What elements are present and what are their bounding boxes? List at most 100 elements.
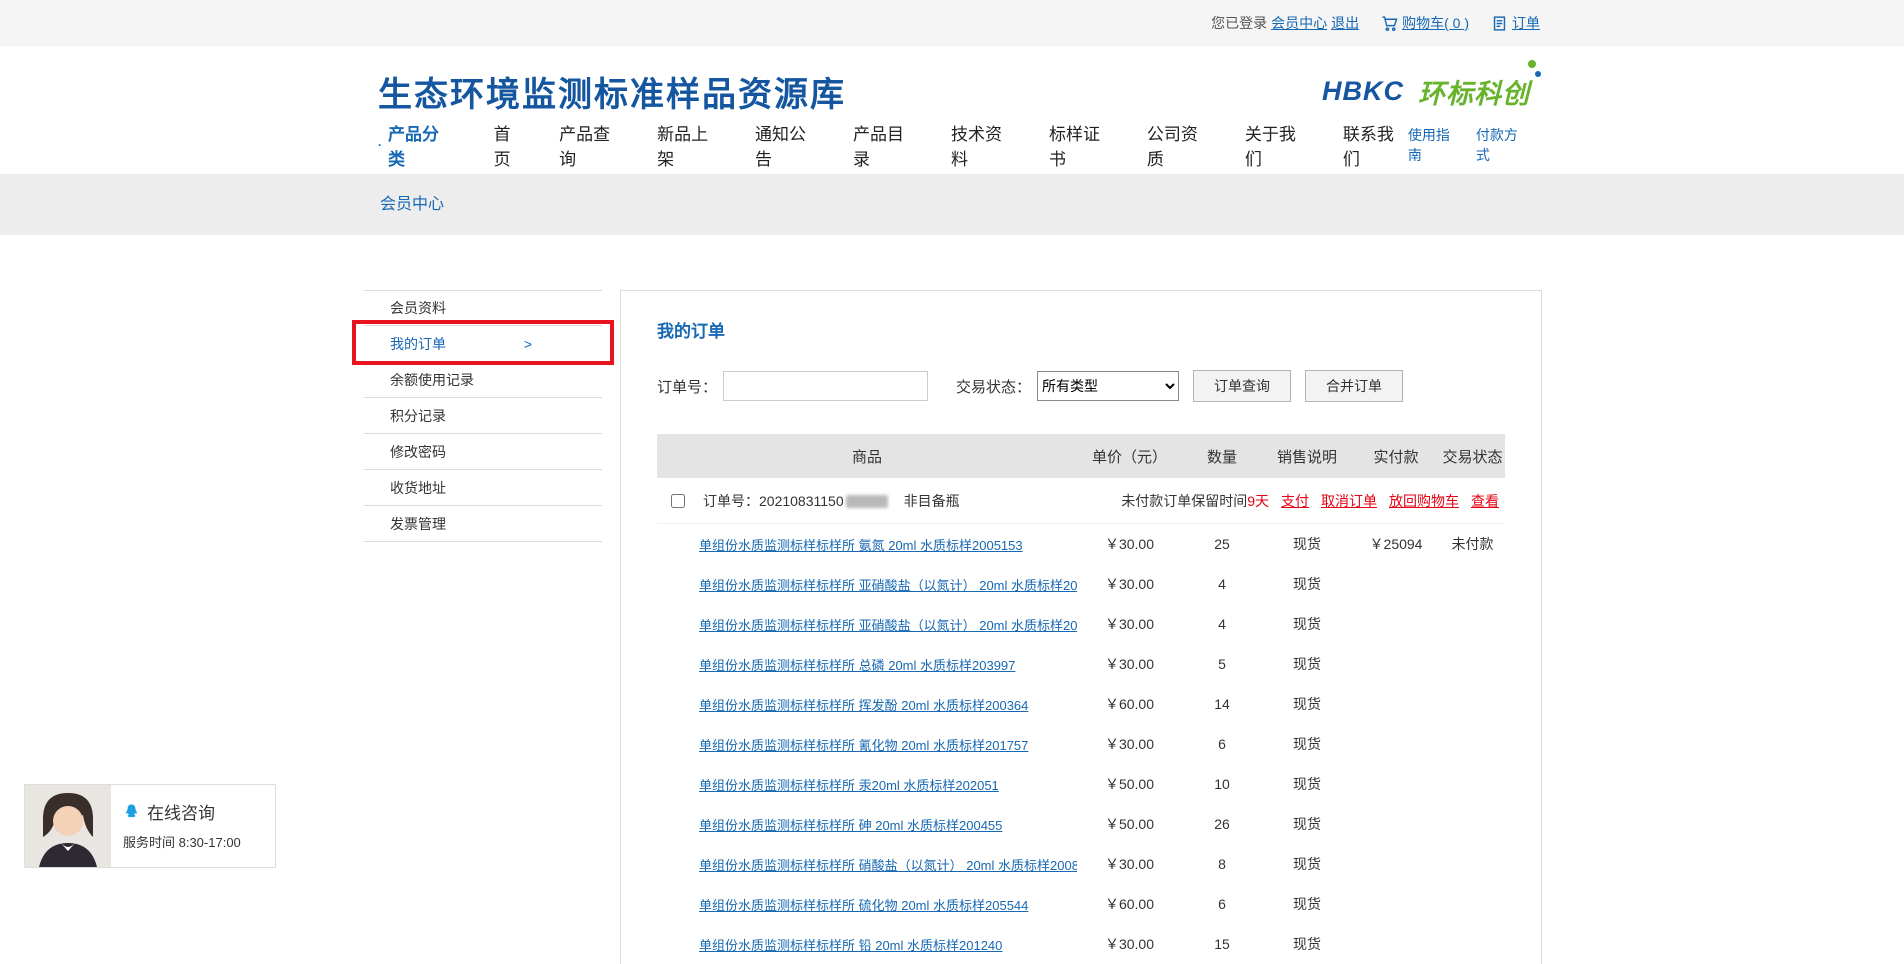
nav-item[interactable]: 标样证书 bbox=[1049, 120, 1114, 170]
product-link[interactable]: 单组份水质监测标样标样所 砷 20ml 水质标样200455 bbox=[699, 818, 1002, 833]
quantity: 15 bbox=[1182, 936, 1262, 952]
product-link[interactable]: 单组份水质监测标样标样所 氨氮 20ml 水质标样2005153 bbox=[699, 538, 1023, 553]
unit-price: ￥60.00 bbox=[1077, 694, 1182, 714]
product-link[interactable]: 单组份水质监测标样标样所 铅 20ml 水质标样201240 bbox=[699, 938, 1002, 953]
sidebar-item[interactable]: 发票管理 bbox=[364, 506, 602, 542]
trade-status-label: 交易状态： bbox=[956, 376, 1031, 397]
product-link[interactable]: 单组份水质监测标样标样所 氰化物 20ml 水质标样201757 bbox=[699, 738, 1028, 753]
site-title: 生态环境监测标准样品资源库 bbox=[378, 67, 846, 116]
quantity: 26 bbox=[1182, 816, 1262, 832]
unit-price: ￥30.00 bbox=[1077, 574, 1182, 594]
column-header: 交易状态 bbox=[1440, 446, 1505, 467]
order-action-link[interactable]: 查看 bbox=[1471, 491, 1499, 511]
product-link[interactable]: 单组份水质监测标样标样所 总磷 20ml 水质标样203997 bbox=[699, 658, 1015, 673]
qq-icon bbox=[123, 803, 140, 820]
login-status-group: 您已登录 会员中心退出 bbox=[1211, 13, 1359, 33]
nav-item[interactable]: 通知公告 bbox=[755, 120, 820, 170]
nav-item[interactable]: 新品上架 bbox=[657, 120, 722, 170]
brand-blue-dot-icon bbox=[1535, 71, 1541, 77]
nav-help-link[interactable]: 付款方式 bbox=[1476, 125, 1530, 165]
login-status-text: 您已登录 bbox=[1211, 13, 1267, 33]
online-consult-widget[interactable]: 在线咨询 服务时间 8:30-17:00 bbox=[24, 784, 276, 868]
nav-category-label: 产品分类 bbox=[388, 120, 454, 170]
brand-abbr: HBKC bbox=[1322, 76, 1418, 107]
product-link[interactable]: 单组份水质监测标样标样所 亚硝酸盐（以氮计） 20ml 水质标样200644 bbox=[699, 618, 1077, 633]
order-items: 单组份水质监测标样标样所 氨氮 20ml 水质标样2005153￥30.0025… bbox=[657, 524, 1505, 964]
orders-link[interactable]: 订单 bbox=[1512, 13, 1540, 33]
column-header: 单价（元） bbox=[1077, 446, 1182, 467]
order-no-label: 订单号： bbox=[703, 491, 759, 511]
order-no-input[interactable] bbox=[723, 371, 928, 401]
sidebar-item[interactable]: 余额使用记录 bbox=[364, 362, 602, 398]
nav-product-category[interactable]: · 产品分类 bbox=[378, 120, 454, 170]
nav-item[interactable]: 产品目录 bbox=[853, 120, 918, 170]
nav-item[interactable]: 产品查询 bbox=[559, 120, 624, 170]
order-item-row: 单组份水质监测标样标样所 亚硝酸盐（以氮计） 20ml 水质标样200643￥3… bbox=[657, 564, 1505, 604]
order-item-row: 单组份水质监测标样标样所 砷 20ml 水质标样200455￥50.0026现货 bbox=[657, 804, 1505, 844]
nav-item[interactable]: 公司资质 bbox=[1147, 120, 1212, 170]
logout-link[interactable]: 退出 bbox=[1331, 13, 1359, 33]
nav-item[interactable]: 关于我们 bbox=[1245, 120, 1310, 170]
order-search-button[interactable]: 订单查询 bbox=[1193, 370, 1291, 402]
quantity: 4 bbox=[1182, 616, 1262, 632]
unit-price: ￥30.00 bbox=[1077, 614, 1182, 634]
breadcrumb[interactable]: 会员中心 bbox=[380, 196, 444, 213]
unit-price: ￥30.00 bbox=[1077, 734, 1182, 754]
product-link[interactable]: 单组份水质监测标样标样所 硝酸盐（以氮计） 20ml 水质标样200850 bbox=[699, 858, 1077, 873]
nav-item[interactable]: 技术资料 bbox=[951, 120, 1016, 170]
order-action-link[interactable]: 取消订单 bbox=[1321, 491, 1377, 511]
product-cell: 单组份水质监测标样标样所 汞20ml 水质标样202051 bbox=[657, 775, 1077, 794]
quantity: 14 bbox=[1182, 696, 1262, 712]
nav-help-link[interactable]: 使用指南 bbox=[1408, 125, 1462, 165]
order-action-link[interactable]: 放回购物车 bbox=[1389, 491, 1459, 511]
nav-item[interactable]: 首页 bbox=[494, 120, 526, 170]
sidebar-item[interactable]: 会员资料 bbox=[364, 290, 602, 326]
order-checkbox[interactable] bbox=[671, 494, 685, 508]
sidebar-item-label: 余额使用记录 bbox=[390, 370, 474, 390]
product-cell: 单组份水质监测标样标样所 挥发酚 20ml 水质标样200364 bbox=[657, 695, 1077, 714]
product-link[interactable]: 单组份水质监测标样标样所 挥发酚 20ml 水质标样200364 bbox=[699, 698, 1028, 713]
merge-orders-button[interactable]: 合并订单 bbox=[1305, 370, 1403, 402]
header: 生态环境监测标准样品资源库 HBKC 环标科创 · 产品分类 首页产品查询新品上… bbox=[0, 46, 1904, 166]
sidebar-item[interactable]: 收货地址 bbox=[364, 470, 602, 506]
consult-label[interactable]: 在线咨询 bbox=[147, 799, 215, 824]
product-cell: 单组份水质监测标样标样所 氰化物 20ml 水质标样201757 bbox=[657, 735, 1077, 754]
cart-group[interactable]: 购物车( 0 ) bbox=[1381, 13, 1469, 33]
order-item-row: 单组份水质监测标样标样所 硝酸盐（以氮计） 20ml 水质标样200850￥30… bbox=[657, 844, 1505, 884]
orders-panel: 我的订单 订单号： 交易状态： 所有类型 订单查询 合并订单 商品单价（元）数量… bbox=[620, 290, 1542, 964]
product-link[interactable]: 单组份水质监测标样标样所 亚硝酸盐（以氮计） 20ml 水质标样200643 bbox=[699, 578, 1077, 593]
sale-note: 现货 bbox=[1262, 774, 1352, 794]
cart-link[interactable]: 购物车( 0 ) bbox=[1402, 13, 1469, 33]
order-no-label: 订单号： bbox=[657, 376, 717, 397]
member-center-link[interactable]: 会员中心 bbox=[1271, 13, 1327, 33]
sale-note: 现货 bbox=[1262, 614, 1352, 634]
order-no-redacted bbox=[846, 495, 888, 508]
sidebar-item-label: 会员资料 bbox=[390, 298, 446, 318]
product-cell: 单组份水质监测标样标样所 总磷 20ml 水质标样203997 bbox=[657, 655, 1077, 674]
orders-group[interactable]: 订单 bbox=[1491, 13, 1540, 33]
order-action-link[interactable]: 支付 bbox=[1281, 491, 1309, 511]
order-table-header: 商品单价（元）数量销售说明实付款交易状态 bbox=[657, 434, 1505, 478]
cart-icon bbox=[1381, 15, 1398, 32]
breadcrumb-band: 会员中心 bbox=[0, 174, 1904, 235]
service-time: 服务时间 8:30-17:00 bbox=[123, 832, 241, 851]
order-item-row: 单组份水质监测标样标样所 挥发酚 20ml 水质标样200364 ￥60.0014… bbox=[657, 684, 1505, 724]
sidebar-item[interactable]: 修改密码 bbox=[364, 434, 602, 470]
consult-info: 在线咨询 服务时间 8:30-17:00 bbox=[111, 785, 241, 867]
nav-item[interactable]: 联系我们 bbox=[1343, 120, 1408, 170]
order-header-row: 订单号：20210831150 非目备瓶 未付款订单保留时间9天 支付取消订单放… bbox=[657, 478, 1505, 524]
product-cell: 单组份水质监测标样标样所 砷 20ml 水质标样200455 bbox=[657, 815, 1077, 834]
product-link[interactable]: 单组份水质监测标样标样所 硫化物 20ml 水质标样205544 bbox=[699, 898, 1028, 913]
agent-avatar bbox=[25, 785, 111, 867]
sidebar-item[interactable]: 积分记录 bbox=[364, 398, 602, 434]
product-cell: 单组份水质监测标样标样所 氨氮 20ml 水质标样2005153 bbox=[657, 535, 1077, 554]
quantity: 5 bbox=[1182, 656, 1262, 672]
column-header: 销售说明 bbox=[1262, 446, 1352, 467]
trade-status-select[interactable]: 所有类型 bbox=[1037, 371, 1179, 401]
product-link[interactable]: 单组份水质监测标样标样所 汞20ml 水质标样202051 bbox=[699, 778, 999, 793]
quantity: 8 bbox=[1182, 856, 1262, 872]
quantity: 10 bbox=[1182, 776, 1262, 792]
order-item-row: 单组份水质监测标样标样所 氰化物 20ml 水质标样201757￥30.006现… bbox=[657, 724, 1505, 764]
sidebar-item[interactable]: 我的订单> bbox=[364, 326, 602, 362]
quantity: 6 bbox=[1182, 896, 1262, 912]
